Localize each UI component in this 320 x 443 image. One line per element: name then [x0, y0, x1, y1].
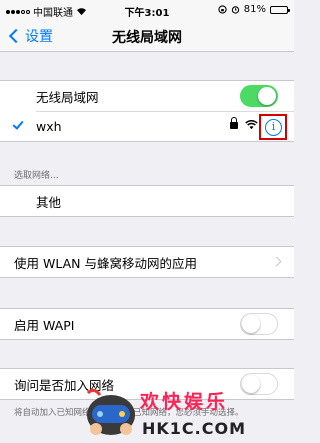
ask-join-toggle[interactable]	[240, 373, 278, 395]
page-title: 无线局域网	[112, 30, 182, 46]
orientation-lock-icon	[218, 5, 227, 14]
alarm-icon	[231, 6, 239, 14]
watermark-url: HK1C.COM	[142, 419, 247, 438]
wifi-strength-icon	[245, 120, 258, 130]
toggle-knob	[258, 87, 276, 105]
network-name: wxh	[36, 118, 62, 134]
other-label: 其他	[36, 194, 62, 210]
watermark: 欢快娱乐 HK1C.COM	[82, 383, 245, 441]
toggle-knob	[242, 375, 260, 393]
wlan-toggle-row: 无线局域网	[0, 81, 294, 111]
apps-label: 使用 WLAN 与蜂窝移动网的应用	[14, 255, 197, 271]
chevron-right-icon	[271, 256, 282, 267]
other-network-row[interactable]: 其他	[0, 186, 294, 216]
apps-row[interactable]: 使用 WLAN 与蜂窝移动网的应用	[0, 247, 294, 277]
toggle-knob	[242, 315, 260, 333]
battery-percent: 81%	[243, 4, 266, 15]
status-bar: 中国联通 下午3:01 81%	[0, 0, 294, 20]
wapi-toggle[interactable]	[240, 313, 278, 335]
watermark-title: 欢快娱乐	[140, 391, 229, 413]
wapi-row: 启用 WAPI	[0, 309, 294, 339]
lock-icon	[230, 117, 238, 129]
navigation-bar: 设置 无线局域网	[0, 20, 294, 52]
info-icon[interactable]: i	[265, 119, 282, 136]
networks-group: 其他	[0, 185, 294, 217]
choose-network-header: 选取网络...	[14, 171, 59, 181]
wlan-label: 无线局域网	[36, 89, 99, 105]
info-button-highlight[interactable]: i	[259, 114, 287, 140]
current-network-row[interactable]: wxh i	[0, 111, 294, 141]
apps-group: 使用 WLAN 与蜂窝移动网的应用	[0, 246, 294, 278]
wapi-label: 启用 WAPI	[14, 317, 75, 333]
status-right: 81%	[218, 4, 290, 15]
wlan-toggle[interactable]	[240, 85, 278, 107]
wapi-group: 启用 WAPI	[0, 308, 294, 340]
gamer-illustration	[86, 388, 135, 435]
battery-icon	[270, 5, 290, 14]
checkmark-icon	[12, 118, 24, 130]
wlan-group: 无线局域网 wxh i	[0, 80, 294, 142]
